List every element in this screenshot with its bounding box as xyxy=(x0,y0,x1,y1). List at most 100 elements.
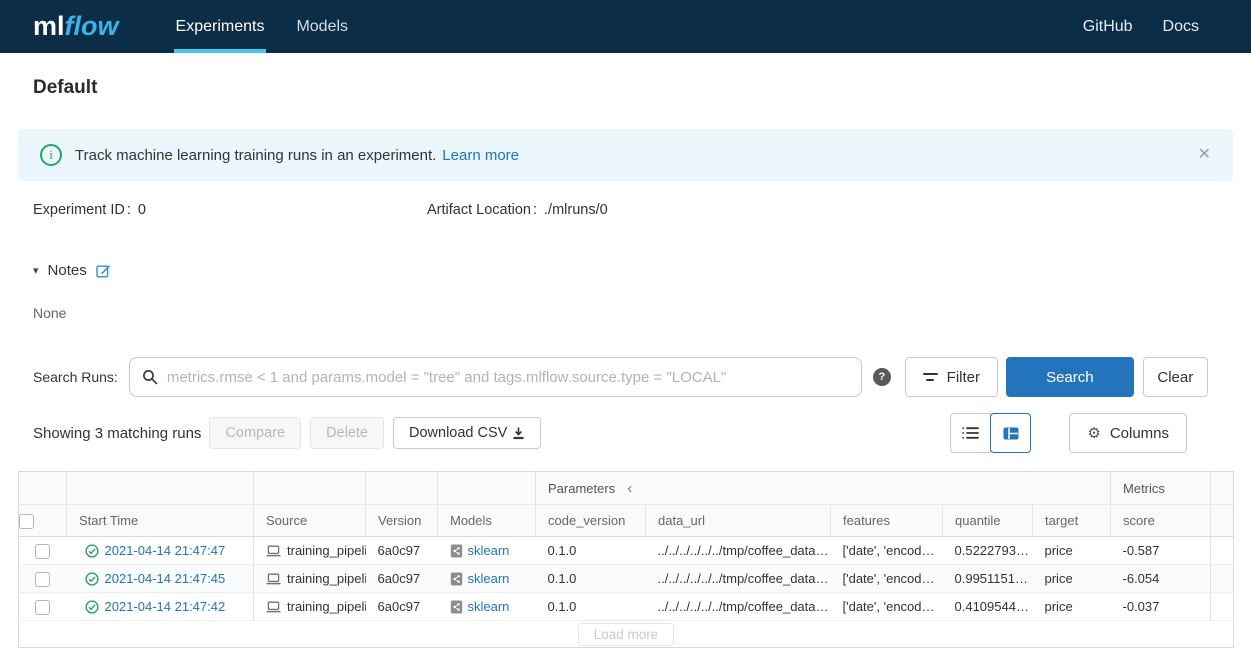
model-file-icon xyxy=(450,600,463,614)
alert-message: Track machine learning training runs in … xyxy=(75,146,437,164)
artifact-location-value: ./mlruns/0 xyxy=(544,202,608,218)
metrics-group-label: Metrics xyxy=(1123,480,1165,496)
experiment-id: Experiment ID:0 xyxy=(33,202,146,218)
header-code-version[interactable]: code_version xyxy=(535,504,646,537)
columns-button[interactable]: ⚙ Columns xyxy=(1069,413,1187,453)
filter-icon xyxy=(922,373,938,381)
data-url-value: ../../../../../../tmp/coffee_data… xyxy=(645,564,831,593)
row-checkbox[interactable] xyxy=(35,599,51,615)
target-value: price xyxy=(1032,564,1111,593)
model-file-icon xyxy=(450,572,463,586)
info-alert: i Track machine learning training runs i… xyxy=(18,129,1233,181)
table-row: 2021-04-14 21:47:42 training_pipelir 6a0… xyxy=(18,592,1234,621)
top-navbar: ml flow Experiments Models GitHub Docs xyxy=(0,0,1251,53)
source-name[interactable]: training_pipelir xyxy=(287,599,366,614)
search-input[interactable] xyxy=(166,368,849,386)
score-value: -6.054 xyxy=(1110,564,1211,593)
model-link[interactable]: sklearn xyxy=(468,543,510,558)
chevron-left-icon[interactable]: ‹ xyxy=(627,480,632,497)
column-header-row: Start Time Source Version Models code_ve… xyxy=(18,504,1234,537)
table-view-button[interactable] xyxy=(990,413,1032,453)
close-icon[interactable]: ✕ xyxy=(1198,147,1211,163)
notes-title[interactable]: Notes xyxy=(48,262,87,279)
info-circle-icon: i xyxy=(40,144,62,166)
tab-experiments[interactable]: Experiments xyxy=(173,0,267,53)
experiment-id-label: Experiment ID xyxy=(33,202,125,218)
header-score[interactable]: score xyxy=(1110,504,1211,537)
filter-button-label: Filter xyxy=(946,368,980,386)
header-features[interactable]: features xyxy=(830,504,943,537)
code-version-value: 0.1.0 xyxy=(535,592,646,621)
runs-toolbar: Showing 3 matching runs Compare Delete D… xyxy=(33,413,1187,453)
run-finished-icon xyxy=(84,599,99,614)
select-all-checkbox[interactable] xyxy=(19,513,34,529)
artifact-location: Artifact Location: ./mlruns/0 xyxy=(427,202,608,218)
source-name[interactable]: training_pipelir xyxy=(287,543,366,558)
quantile-value: 0.5222793… xyxy=(942,536,1033,565)
nav-link-docs[interactable]: Docs xyxy=(1163,18,1199,36)
download-csv-label: Download CSV xyxy=(409,425,508,441)
load-more-button[interactable]: Load more xyxy=(577,622,675,646)
source-name[interactable]: training_pipelir xyxy=(287,571,366,586)
parameters-group-label: Parameters xyxy=(548,480,616,496)
parameters-group-header: Parameters ‹ xyxy=(536,480,1110,497)
data-url-value: ../../../../../../tmp/coffee_data… xyxy=(645,536,831,565)
logo-flow-text: flow xyxy=(64,11,119,41)
edit-notes-icon[interactable] xyxy=(96,263,111,278)
run-start-time-link[interactable]: 2021-04-14 21:47:47 xyxy=(105,543,226,558)
row-checkbox[interactable] xyxy=(35,543,51,559)
view-controls: ⚙ Columns xyxy=(950,413,1187,453)
laptop-icon xyxy=(266,573,281,585)
tab-models[interactable]: Models xyxy=(294,0,350,53)
list-view-icon xyxy=(962,426,980,440)
experiment-id-value: 0 xyxy=(137,202,146,218)
compare-button[interactable]: Compare xyxy=(209,417,302,449)
code-version-value: 0.1.0 xyxy=(535,536,646,565)
model-link[interactable]: sklearn xyxy=(468,571,510,586)
gear-icon: ⚙ xyxy=(1087,424,1101,442)
laptop-icon xyxy=(266,545,281,557)
filter-button[interactable]: Filter xyxy=(904,357,998,397)
matching-runs-count: Showing 3 matching runs xyxy=(33,424,202,442)
runs-table: Parameters ‹ Metrics Start Time Source V… xyxy=(18,471,1235,648)
header-models[interactable]: Models xyxy=(437,504,536,537)
nav-tabs: Experiments Models xyxy=(173,0,351,53)
load-more-row: Load more xyxy=(18,620,1234,648)
header-version[interactable]: Version xyxy=(365,504,438,537)
search-runs-label: Search Runs: xyxy=(33,369,118,385)
download-csv-button[interactable]: Download CSV xyxy=(393,417,542,449)
laptop-icon xyxy=(266,601,281,613)
quantile-value: 0.4109544… xyxy=(942,592,1033,621)
notes-section-header: ▾ Notes xyxy=(33,262,1218,279)
logo-ml-text: ml xyxy=(33,11,65,41)
delete-button[interactable]: Delete xyxy=(310,417,384,449)
row-checkbox[interactable] xyxy=(35,571,51,587)
clear-button[interactable]: Clear xyxy=(1142,357,1208,397)
header-source[interactable]: Source xyxy=(253,504,366,537)
model-file-icon xyxy=(450,544,463,558)
header-start-time[interactable]: Start Time xyxy=(66,504,254,537)
run-start-time-link[interactable]: 2021-04-14 21:47:45 xyxy=(105,571,226,586)
data-url-value: ../../../../../../tmp/coffee_data… xyxy=(645,592,831,621)
notes-content: None xyxy=(33,305,67,321)
header-data-url[interactable]: data_url xyxy=(645,504,831,537)
quantile-value: 0.9951151… xyxy=(942,564,1033,593)
run-start-time-link[interactable]: 2021-04-14 21:47:42 xyxy=(105,599,226,614)
metrics-group-header: Metrics xyxy=(1111,481,1210,496)
nav-link-github[interactable]: GitHub xyxy=(1083,18,1133,36)
list-view-button[interactable] xyxy=(950,413,992,453)
model-link[interactable]: sklearn xyxy=(468,599,510,614)
caret-down-icon[interactable]: ▾ xyxy=(33,264,39,277)
table-view-icon xyxy=(1003,427,1019,440)
version-value: 6a0c97 xyxy=(365,592,438,621)
header-target[interactable]: target xyxy=(1031,504,1111,537)
header-quantile[interactable]: quantile xyxy=(942,504,1033,537)
features-value: ['date', 'encod… xyxy=(830,564,943,593)
experiment-meta: Experiment ID:0 Artifact Location: ./mlru… xyxy=(33,202,1218,218)
mlflow-logo[interactable]: ml flow xyxy=(33,0,119,53)
learn-more-link[interactable]: Learn more xyxy=(442,147,519,164)
columns-button-label: Columns xyxy=(1109,424,1169,442)
search-button[interactable]: Search xyxy=(1005,357,1134,397)
help-icon[interactable]: ? xyxy=(872,368,891,386)
table-row: 2021-04-14 21:47:45 training_pipelir 6a0… xyxy=(18,564,1234,593)
